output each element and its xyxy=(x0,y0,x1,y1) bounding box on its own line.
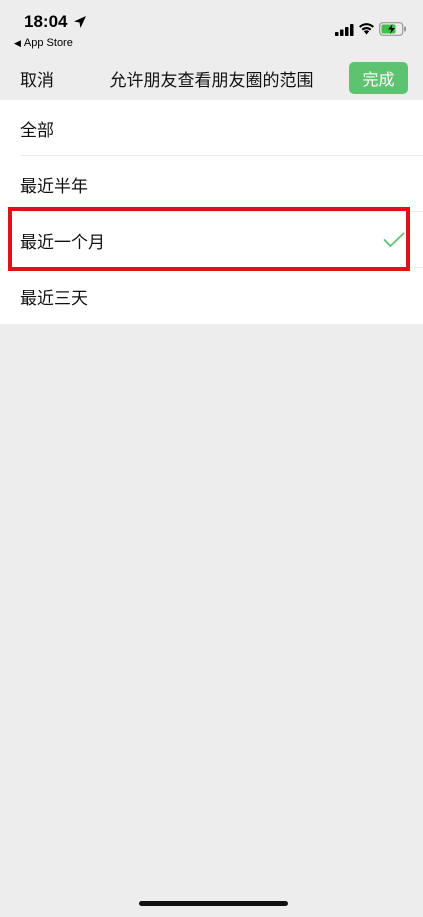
back-to-app-store-link[interactable]: ◀ App Store xyxy=(14,37,73,49)
battery-charging-icon xyxy=(379,22,406,36)
option-label: 全部 xyxy=(20,120,54,141)
home-indicator xyxy=(139,901,288,906)
status-time: 18:04 xyxy=(24,12,68,31)
option-label: 最近半年 xyxy=(20,176,88,197)
visibility-range-list: 全部 最近半年 最近一个月 最近三天 xyxy=(0,100,423,324)
status-bar: 18:04 ◀ App Store xyxy=(0,0,423,54)
option-one-month[interactable]: 最近一个月 xyxy=(0,212,423,268)
option-label: 最近三天 xyxy=(20,288,88,309)
screen: 18:04 ◀ App Store 取消 允许朋友查看朋友圈的范围 完成 全部 … xyxy=(0,0,423,917)
location-arrow-icon xyxy=(74,16,86,28)
wifi-icon xyxy=(359,23,374,35)
checkmark-icon xyxy=(383,232,405,247)
nav-bar: 取消 允许朋友查看朋友圈的范围 完成 xyxy=(0,54,423,100)
back-app-label: App Store xyxy=(23,37,73,49)
option-three-days[interactable]: 最近三天 xyxy=(0,268,423,324)
option-half-year[interactable]: 最近半年 xyxy=(0,156,423,212)
back-triangle-icon: ◀ xyxy=(14,38,21,48)
option-all[interactable]: 全部 xyxy=(0,100,423,156)
done-button[interactable]: 完成 xyxy=(349,62,408,94)
option-label: 最近一个月 xyxy=(20,232,105,253)
cellular-signal-icon xyxy=(335,24,354,36)
